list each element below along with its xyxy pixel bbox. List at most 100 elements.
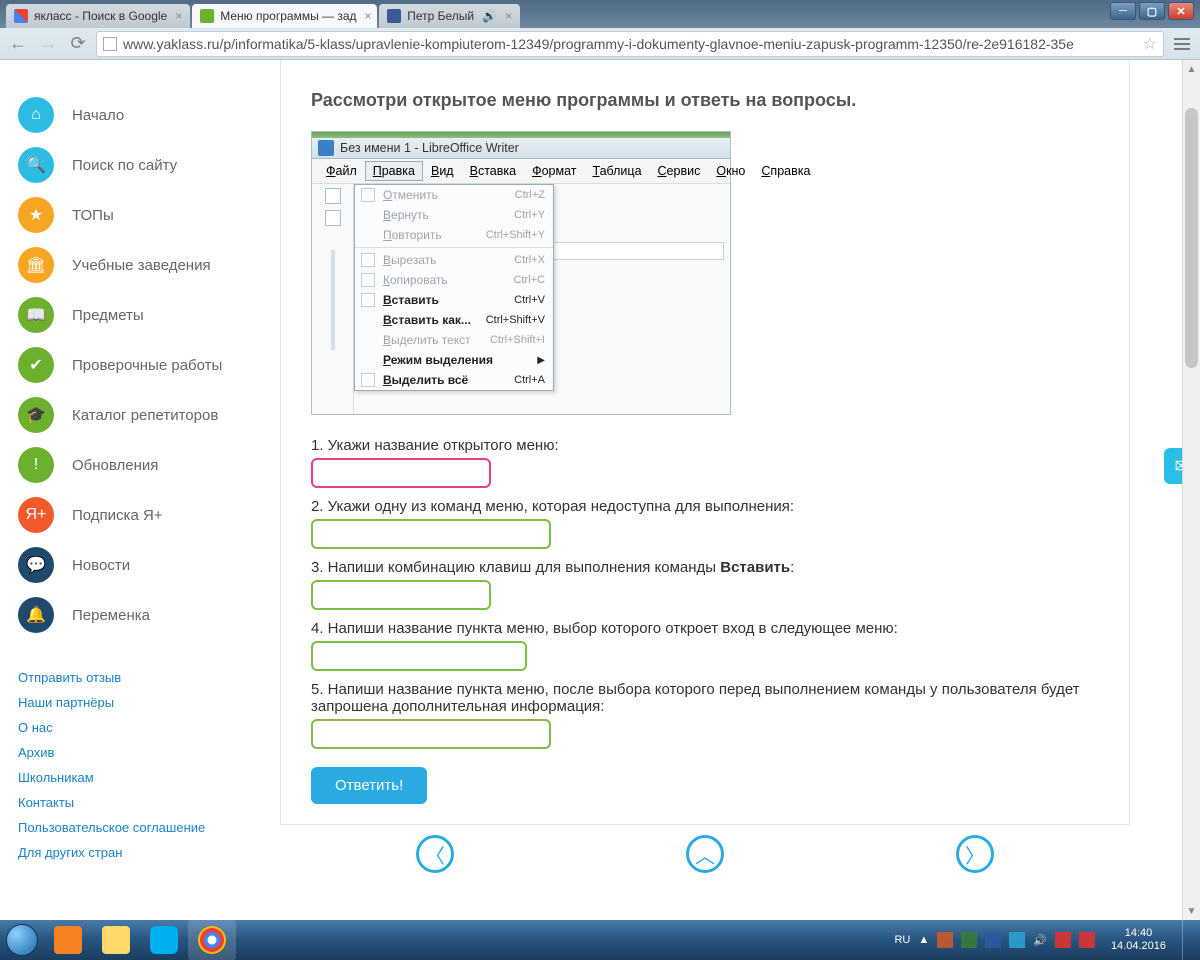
hamburger-icon[interactable] — [1170, 32, 1194, 56]
taskbar-chrome[interactable] — [188, 920, 236, 960]
screenshot-menu-item: Формат — [524, 161, 584, 181]
footer-link[interactable]: Наши партнёры — [18, 695, 260, 710]
footer-link[interactable]: Для других стран — [18, 845, 260, 860]
answer-input-4[interactable] — [311, 641, 527, 671]
show-desktop-button[interactable] — [1182, 920, 1196, 960]
tray-icon[interactable] — [985, 932, 1001, 948]
browser-tab[interactable]: якласс - Поиск в Google × — [6, 4, 190, 28]
keyboard-lang[interactable]: RU — [894, 934, 910, 946]
screenshot-menu-item: Вид — [423, 161, 462, 181]
forward-button[interactable]: → — [36, 32, 60, 56]
page-icon — [103, 37, 117, 51]
sidebar-icon: Я+ — [18, 497, 54, 533]
audio-icon[interactable]: 🔊 — [482, 9, 497, 23]
answer-input-3[interactable] — [311, 580, 491, 610]
answer-input-5[interactable] — [311, 719, 551, 749]
tray-network-icon[interactable] — [1009, 932, 1025, 948]
page-scrollbar[interactable]: ▲ ▼ — [1182, 60, 1200, 920]
dropdown-item: ОтменитьCtrl+Z — [355, 185, 553, 205]
sidebar-item[interactable]: !Обновления — [18, 440, 260, 490]
minimize-button[interactable]: ─ — [1110, 2, 1136, 20]
question-text: 3. Напиши комбинацию клавиш для выполнен… — [311, 559, 1099, 576]
start-button[interactable] — [0, 920, 44, 960]
taskbar-clock[interactable]: 14:40 14.04.2016 — [1103, 927, 1174, 953]
question-text: 5. Напиши название пункта меню, после вы… — [311, 681, 1099, 715]
answer-input-1[interactable] — [311, 458, 491, 488]
question-text: 4. Напиши название пункта меню, выбор ко… — [311, 620, 1099, 637]
url-input[interactable]: www.yaklass.ru/p/informatika/5-klass/upr… — [96, 31, 1164, 57]
sidebar-item-label: Учебные заведения — [72, 257, 211, 274]
sidebar-item-label: Начало — [72, 107, 124, 124]
browser-tab-active[interactable]: Меню программы — зад × — [192, 4, 377, 28]
window-controls: ─ ▢ ✕ — [1110, 2, 1194, 20]
screenshot-menu-item: Сервис — [650, 161, 709, 181]
sidebar-item[interactable]: ★ТОПы — [18, 190, 260, 240]
pager-next-button[interactable]: 〉 — [956, 835, 994, 873]
yaklass-favicon — [200, 9, 214, 23]
tray-action-center-icon[interactable] — [1079, 932, 1095, 948]
browser-tab[interactable]: Петр Белый 🔊 × — [379, 4, 520, 28]
sidebar-item[interactable]: 🔔Переменка — [18, 590, 260, 640]
google-favicon — [14, 9, 28, 23]
sidebar: ⌂ Начало 🔍Поиск по сайту★ТОПы🏛Учебные заве… — [0, 60, 260, 920]
sidebar-icon: 🔍 — [18, 147, 54, 183]
sidebar-item[interactable]: 🔍Поиск по сайту — [18, 140, 260, 190]
footer-link[interactable]: Архив — [18, 745, 260, 760]
reload-button[interactable]: ⟳ — [66, 32, 90, 56]
menu-item-icon — [361, 373, 375, 387]
footer-link[interactable]: О нас — [18, 720, 260, 735]
screenshot-menubar: ФайлПравкаВидВставкаФорматТаблицаСервисО… — [312, 159, 730, 184]
submit-button[interactable]: Ответить! — [311, 767, 427, 804]
page-body: ⌂ Начало 🔍Поиск по сайту★ТОПы🏛Учебные заве… — [0, 60, 1200, 920]
screenshot-menu-item: Таблица — [585, 161, 650, 181]
sidebar-item-label: Каталог репетиторов — [72, 407, 218, 424]
screenshot-menu-item: Окно — [708, 161, 753, 181]
close-tab-icon[interactable]: × — [357, 9, 372, 23]
back-button[interactable]: ← — [6, 32, 30, 56]
close-tab-icon[interactable]: × — [497, 9, 512, 23]
scroll-thumb[interactable] — [1185, 108, 1198, 368]
sidebar-item[interactable]: 🎓Каталог репетиторов — [18, 390, 260, 440]
tray-volume-icon[interactable]: 🔊 — [1033, 934, 1047, 947]
task-card: Рассмотри открытое меню программы и отве… — [280, 60, 1130, 825]
dropdown-item: Режим выделения▶ — [355, 350, 553, 370]
taskbar-skype[interactable] — [140, 920, 188, 960]
answer-input-2[interactable] — [311, 519, 551, 549]
sidebar-item-label: Переменка — [72, 607, 150, 624]
footer-link[interactable]: Школьникам — [18, 770, 260, 785]
close-button[interactable]: ✕ — [1168, 2, 1194, 20]
sidebar-icon: ✔ — [18, 347, 54, 383]
sidebar-item-label: Новости — [72, 557, 130, 574]
pager-prev-button[interactable]: 〈 — [416, 835, 454, 873]
footer-link[interactable]: Контакты — [18, 795, 260, 810]
tray-flag-icon[interactable]: ▲ — [918, 934, 929, 946]
system-tray: RU ▲ 🔊 14:40 14.04.2016 — [894, 920, 1200, 960]
sidebar-item[interactable]: ✔Проверочные работы — [18, 340, 260, 390]
sidebar-icon: ★ — [18, 197, 54, 233]
taskbar-explorer[interactable] — [92, 920, 140, 960]
sidebar-item[interactable]: ⌂ Начало — [18, 90, 260, 140]
tray-icon[interactable] — [1055, 932, 1071, 948]
taskbar-media-player[interactable] — [44, 920, 92, 960]
maximize-button[interactable]: ▢ — [1139, 2, 1165, 20]
sidebar-item[interactable]: 💬Новости — [18, 540, 260, 590]
dropdown-item: Вставить как...Ctrl+Shift+V — [355, 310, 553, 330]
bookmark-icon[interactable]: ☆ — [1143, 34, 1157, 54]
question-text: 1. Укажи название открытого меню: — [311, 437, 1099, 454]
tray-icon[interactable] — [937, 932, 953, 948]
dropdown-item: КопироватьCtrl+C — [355, 270, 553, 290]
pager-up-button[interactable]: ︿ — [686, 835, 724, 873]
close-tab-icon[interactable]: × — [167, 9, 182, 23]
sidebar-item[interactable]: Я+Подписка Я+ — [18, 490, 260, 540]
footer-link[interactable]: Отправить отзыв — [18, 670, 260, 685]
scroll-down-icon[interactable]: ▼ — [1183, 902, 1200, 920]
sidebar-item[interactable]: 📖Предметы — [18, 290, 260, 340]
footer-link[interactable]: Пользовательское соглашение — [18, 820, 260, 835]
screenshot-menu-item: Вставка — [462, 161, 524, 181]
sidebar-icon: ⌂ — [18, 97, 54, 133]
screenshot-menu-item: Правка — [365, 161, 423, 181]
sidebar-item[interactable]: 🏛Учебные заведения — [18, 240, 260, 290]
scroll-up-icon[interactable]: ▲ — [1183, 60, 1200, 78]
tray-icon[interactable] — [961, 932, 977, 948]
dropdown-item: ВставитьCtrl+V — [355, 290, 553, 310]
